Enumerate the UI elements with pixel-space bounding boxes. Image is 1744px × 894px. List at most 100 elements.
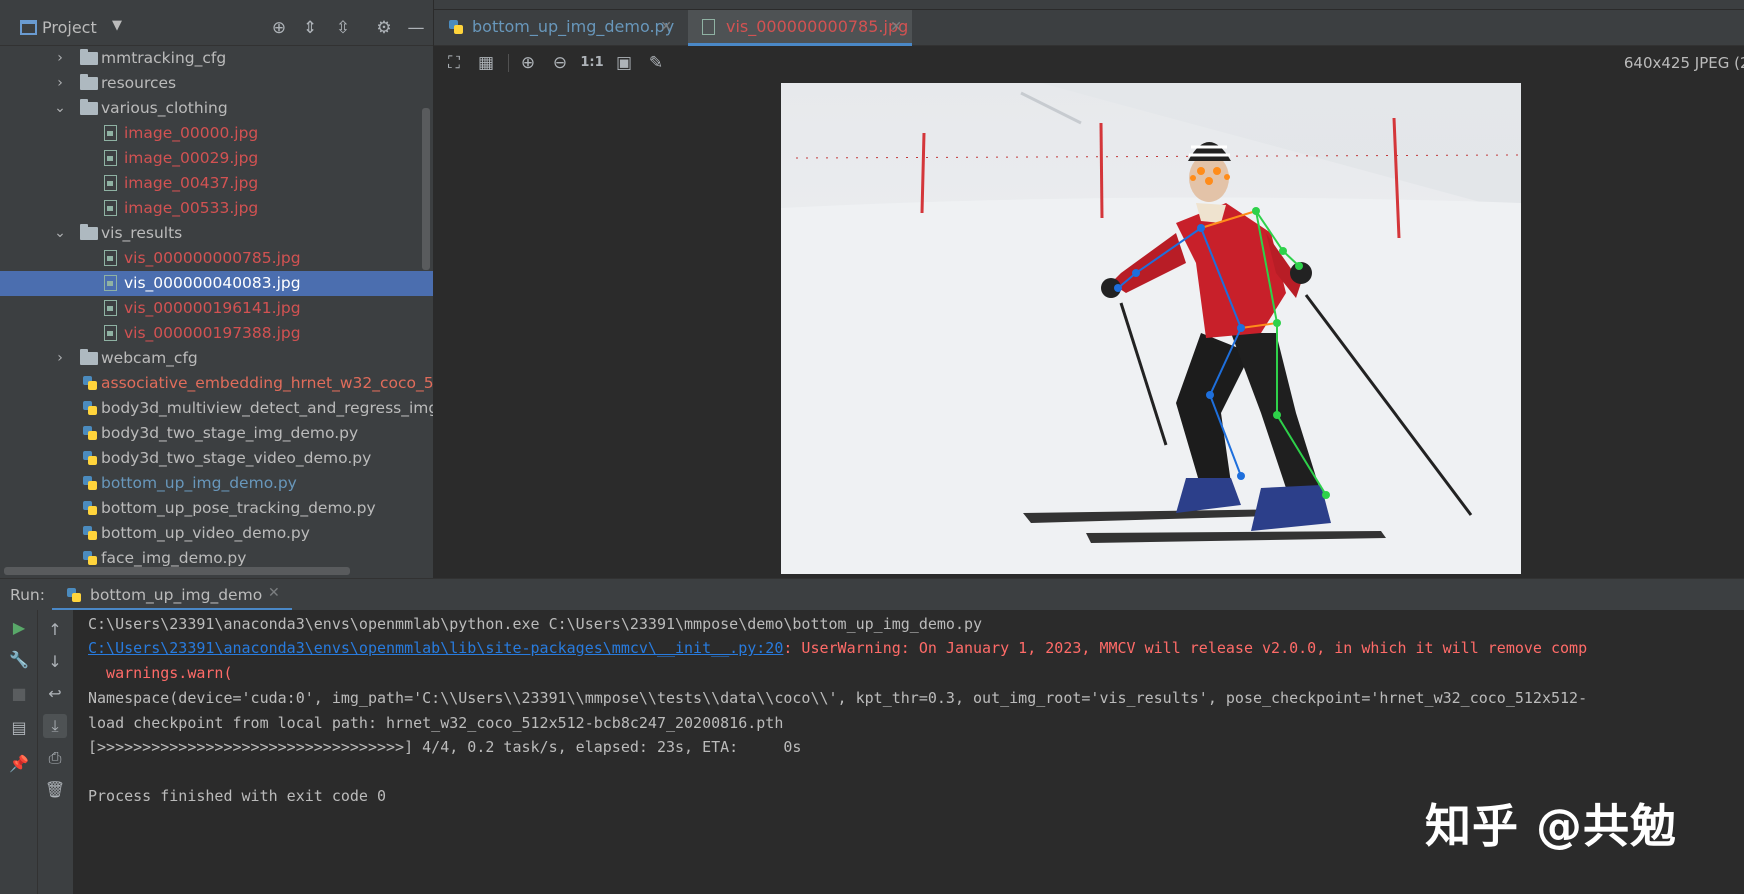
skier-pose-image — [781, 83, 1521, 574]
chevron-right-icon[interactable]: › — [53, 46, 67, 71]
tree-folder-various-clothing[interactable]: ⌄ various_clothing — [0, 96, 433, 121]
wrench-icon[interactable]: 🔧 — [7, 648, 31, 672]
tree-folder-vis-results[interactable]: ⌄ vis_results — [0, 221, 433, 246]
tree-item-label: bottom_up_pose_tracking_demo.py — [101, 499, 376, 517]
chevron-right-icon[interactable]: › — [53, 71, 67, 96]
tree-vertical-scrollbar[interactable] — [422, 108, 430, 270]
fit-icon[interactable]: ⛶ — [442, 51, 466, 75]
folder-icon — [80, 74, 98, 90]
minimize-icon[interactable]: — — [405, 17, 427, 39]
python-file-icon — [82, 450, 98, 466]
tree-item-label: image_00029.jpg — [124, 149, 259, 167]
image-file-icon — [104, 175, 117, 191]
image-file-icon — [104, 200, 117, 216]
actual-size-icon[interactable]: 1:1 — [580, 51, 604, 75]
gear-icon[interactable]: ⚙ — [373, 17, 395, 39]
background-icon[interactable]: ▣ — [612, 51, 636, 75]
tree-item-label: vis_000000196141.jpg — [124, 299, 301, 317]
folder-icon — [80, 349, 98, 365]
expand-all-icon[interactable]: ⇕ — [299, 17, 321, 39]
image-file-icon — [702, 19, 715, 35]
chevron-right-icon[interactable]: › — [53, 346, 67, 371]
tree-file-body3d-two-stage-video[interactable]: body3d_two_stage_video_demo.py — [0, 446, 433, 471]
python-file-icon — [82, 475, 98, 491]
arrow-up-icon[interactable]: ↑ — [43, 618, 67, 642]
image-file-icon — [104, 300, 117, 316]
tab-vis-785[interactable]: vis_000000000785.jpg ✕ — [688, 10, 912, 46]
tree-file-image-00533[interactable]: image_00533.jpg — [0, 196, 433, 221]
tree-folder-resources[interactable]: › resources — [0, 71, 433, 96]
tree-horizontal-scrollbar[interactable] — [4, 567, 350, 575]
watermark: 知乎 @共勉 — [1425, 799, 1678, 853]
collapse-all-icon[interactable]: ⇳ — [332, 17, 354, 39]
tree-folder-webcam-cfg[interactable]: › webcam_cfg — [0, 346, 433, 371]
tree-file-body3d-multiview[interactable]: body3d_multiview_detect_and_regress_img_… — [0, 396, 434, 421]
image-file-icon — [104, 125, 117, 141]
tree-item-label: vis_000000040083.jpg — [124, 274, 301, 292]
tree-folder-mmtracking-cfg[interactable]: › mmtracking_cfg — [0, 46, 433, 71]
tree-file-vis-40083[interactable]: vis_000000040083.jpg — [0, 271, 433, 296]
tree-file-bottom-up-pose-tracking[interactable]: bottom_up_pose_tracking_demo.py — [0, 496, 433, 521]
soft-wrap-icon[interactable]: ↩ — [43, 682, 67, 706]
tree-item-label: associative_embedding_hrnet_w32_coco_512 — [101, 374, 434, 392]
console-exit-line: Process finished with exit code 0 — [88, 787, 387, 805]
python-file-icon — [82, 425, 98, 441]
chevron-down-icon[interactable]: ⌄ — [53, 96, 67, 121]
project-panel: Project ▼ ⊕ ⇕ ⇳ ⚙ — › mmtracking_cfg › r… — [0, 0, 434, 578]
tree-item-label: vis_results — [101, 224, 183, 242]
python-file-icon — [82, 375, 98, 391]
project-title[interactable]: Project — [42, 18, 97, 37]
editor-tab-bar: bottom_up_img_demo.py ✕ vis_000000000785… — [434, 10, 1744, 46]
layout-icon[interactable]: ▤ — [7, 716, 31, 740]
tree-file-vis-197388[interactable]: vis_000000197388.jpg — [0, 321, 433, 346]
console-file-link[interactable]: C:\Users\23391\anaconda3\envs\openmmlab\… — [88, 639, 783, 657]
tree-file-bottom-up-img-demo[interactable]: bottom_up_img_demo.py — [0, 471, 433, 496]
console-line-warning: C:\Users\23391\anaconda3\envs\openmmlab\… — [88, 638, 1587, 658]
tab-label: bottom_up_img_demo.py — [472, 17, 675, 36]
tree-file-vis-196141[interactable]: vis_000000196141.jpg — [0, 296, 433, 321]
tree-item-label: mmtracking_cfg — [101, 49, 227, 67]
tree-file-bottom-up-video[interactable]: bottom_up_video_demo.py — [0, 521, 433, 546]
grid-icon[interactable]: ▦ — [474, 51, 498, 75]
tree-file-image-00029[interactable]: image_00029.jpg — [0, 146, 433, 171]
tree-file-vis-785[interactable]: vis_000000000785.jpg — [0, 246, 433, 271]
tree-item-label: various_clothing — [101, 99, 228, 117]
image-info: 640x425 JPEG (24-b — [1623, 54, 1744, 72]
tree-item-label: image_00000.jpg — [124, 124, 259, 142]
console-progress: [>>>>>>>>>>>>>>>>>>>>>>>>>>>>>>>>>>] 4/4… — [88, 738, 802, 756]
folder-icon — [80, 224, 98, 240]
tree-item-label: body3d_multiview_detect_and_regress_img_… — [101, 399, 434, 417]
close-icon[interactable]: ✕ — [890, 10, 902, 44]
rerun-icon[interactable]: ▶ — [7, 616, 31, 640]
project-window-icon — [20, 20, 37, 35]
tree-file-body3d-two-stage-img[interactable]: body3d_two_stage_img_demo.py — [0, 421, 433, 446]
run-tab[interactable]: bottom_up_img_demo ✕ — [52, 579, 292, 611]
chevron-down-icon[interactable]: ⌄ — [53, 221, 67, 246]
arrow-down-icon[interactable]: ↓ — [43, 650, 67, 674]
python-file-icon — [82, 550, 98, 566]
print-icon[interactable]: ⎙ — [43, 746, 67, 770]
zoom-out-icon[interactable]: ⊖ — [548, 51, 572, 75]
close-icon[interactable]: ✕ — [268, 585, 280, 601]
stop-icon[interactable]: ■ — [7, 682, 31, 706]
tree-file-image-00000[interactable]: image_00000.jpg — [0, 121, 433, 146]
trash-icon[interactable]: 🗑 — [43, 778, 67, 802]
chevron-down-icon[interactable]: ▼ — [112, 18, 122, 33]
pin-icon[interactable]: 📌 — [7, 752, 31, 776]
locate-icon[interactable]: ⊕ — [268, 17, 290, 39]
tree-file-image-00437[interactable]: image_00437.jpg — [0, 171, 433, 196]
zoom-in-icon[interactable]: ⊕ — [516, 51, 540, 75]
tree-item-label: vis_000000197388.jpg — [124, 324, 301, 342]
python-file-icon — [82, 500, 98, 516]
image-file-icon — [104, 325, 117, 341]
scroll-to-end-icon[interactable]: ⤓ — [43, 714, 67, 738]
run-panel-header: Run: bottom_up_img_demo ✕ — [0, 578, 1744, 611]
console-line: C:\Users\23391\anaconda3\envs\openmmlab\… — [88, 615, 983, 633]
tree-file-associative-embedding[interactable]: associative_embedding_hrnet_w32_coco_512 — [0, 371, 434, 396]
color-picker-icon[interactable]: ✎ — [644, 51, 668, 75]
tab-bottom-up-img-demo[interactable]: bottom_up_img_demo.py ✕ — [434, 10, 682, 46]
run-label: Run: — [10, 586, 45, 604]
image-file-icon — [104, 250, 117, 266]
close-icon[interactable]: ✕ — [660, 10, 672, 44]
run-toolbar: ▶ 🔧 ■ ▤ 📌 ↑ ↓ ↩ ⤓ ⎙ 🗑 — [0, 610, 74, 894]
